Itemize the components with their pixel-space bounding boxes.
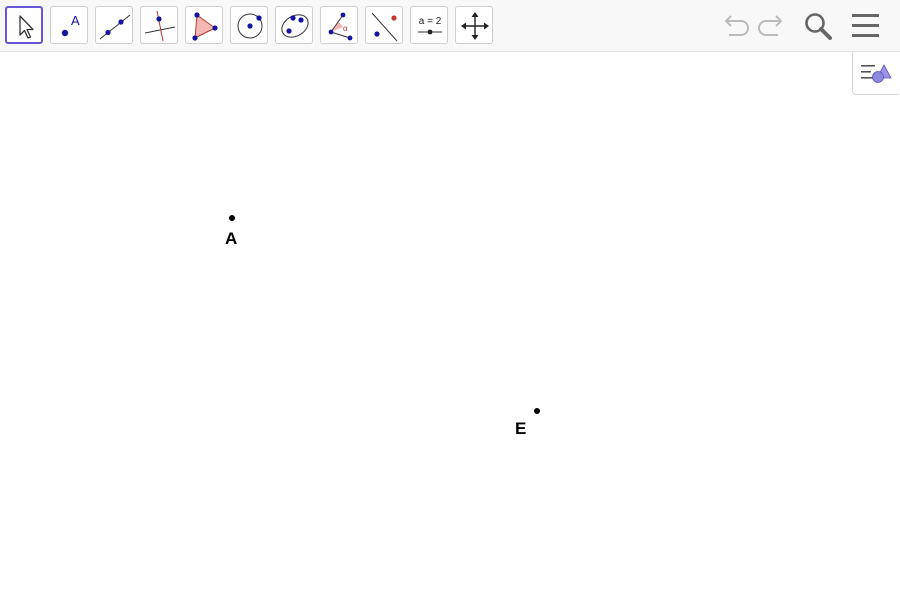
tool-reflect[interactable]	[365, 6, 403, 44]
hamburger-menu-icon	[852, 14, 879, 37]
tool-angle[interactable]: α	[320, 6, 358, 44]
main-menu-button[interactable]	[848, 8, 884, 44]
polygon-icon	[192, 12, 218, 41]
line-icon	[99, 14, 131, 40]
search-icon	[805, 13, 832, 40]
redo-button[interactable]	[754, 8, 790, 44]
tool-perpendicular-line[interactable]	[140, 6, 178, 44]
move-graphics-view-icon	[461, 12, 489, 40]
tool-move-graphics-view[interactable]	[455, 6, 493, 44]
angle-icon: α	[328, 12, 353, 41]
toolbar: A α a = 2	[0, 0, 900, 52]
redo-icon	[758, 15, 783, 36]
point-a-label[interactable]: A	[225, 230, 237, 247]
search-button[interactable]	[800, 8, 836, 44]
graphics-view[interactable]: A E	[0, 53, 900, 600]
reflect-line-icon	[371, 12, 398, 42]
tool-circle[interactable]	[230, 6, 268, 44]
undo-icon	[724, 15, 749, 36]
point-e[interactable]	[534, 408, 540, 414]
move-arrow-icon	[19, 15, 34, 39]
slider-icon-glyph: a = 2	[419, 16, 442, 27]
tool-move[interactable]	[5, 6, 43, 44]
tool-conic[interactable]	[275, 6, 313, 44]
tool-polygon[interactable]	[185, 6, 223, 44]
circle-center-point-icon	[237, 13, 263, 39]
tool-slider[interactable]: a = 2	[410, 6, 448, 44]
point-icon-glyph: A	[71, 13, 80, 28]
ellipse-icon	[281, 14, 309, 38]
angle-icon-glyph: α	[343, 24, 348, 33]
point-icon: A	[61, 13, 80, 37]
tool-line[interactable]	[95, 6, 133, 44]
slider-icon: a = 2	[418, 16, 442, 35]
tool-point[interactable]: A	[50, 6, 88, 44]
undo-button[interactable]	[717, 8, 753, 44]
perpendicular-line-icon	[144, 10, 176, 42]
point-a[interactable]	[229, 215, 235, 221]
point-e-label[interactable]: E	[515, 420, 526, 437]
